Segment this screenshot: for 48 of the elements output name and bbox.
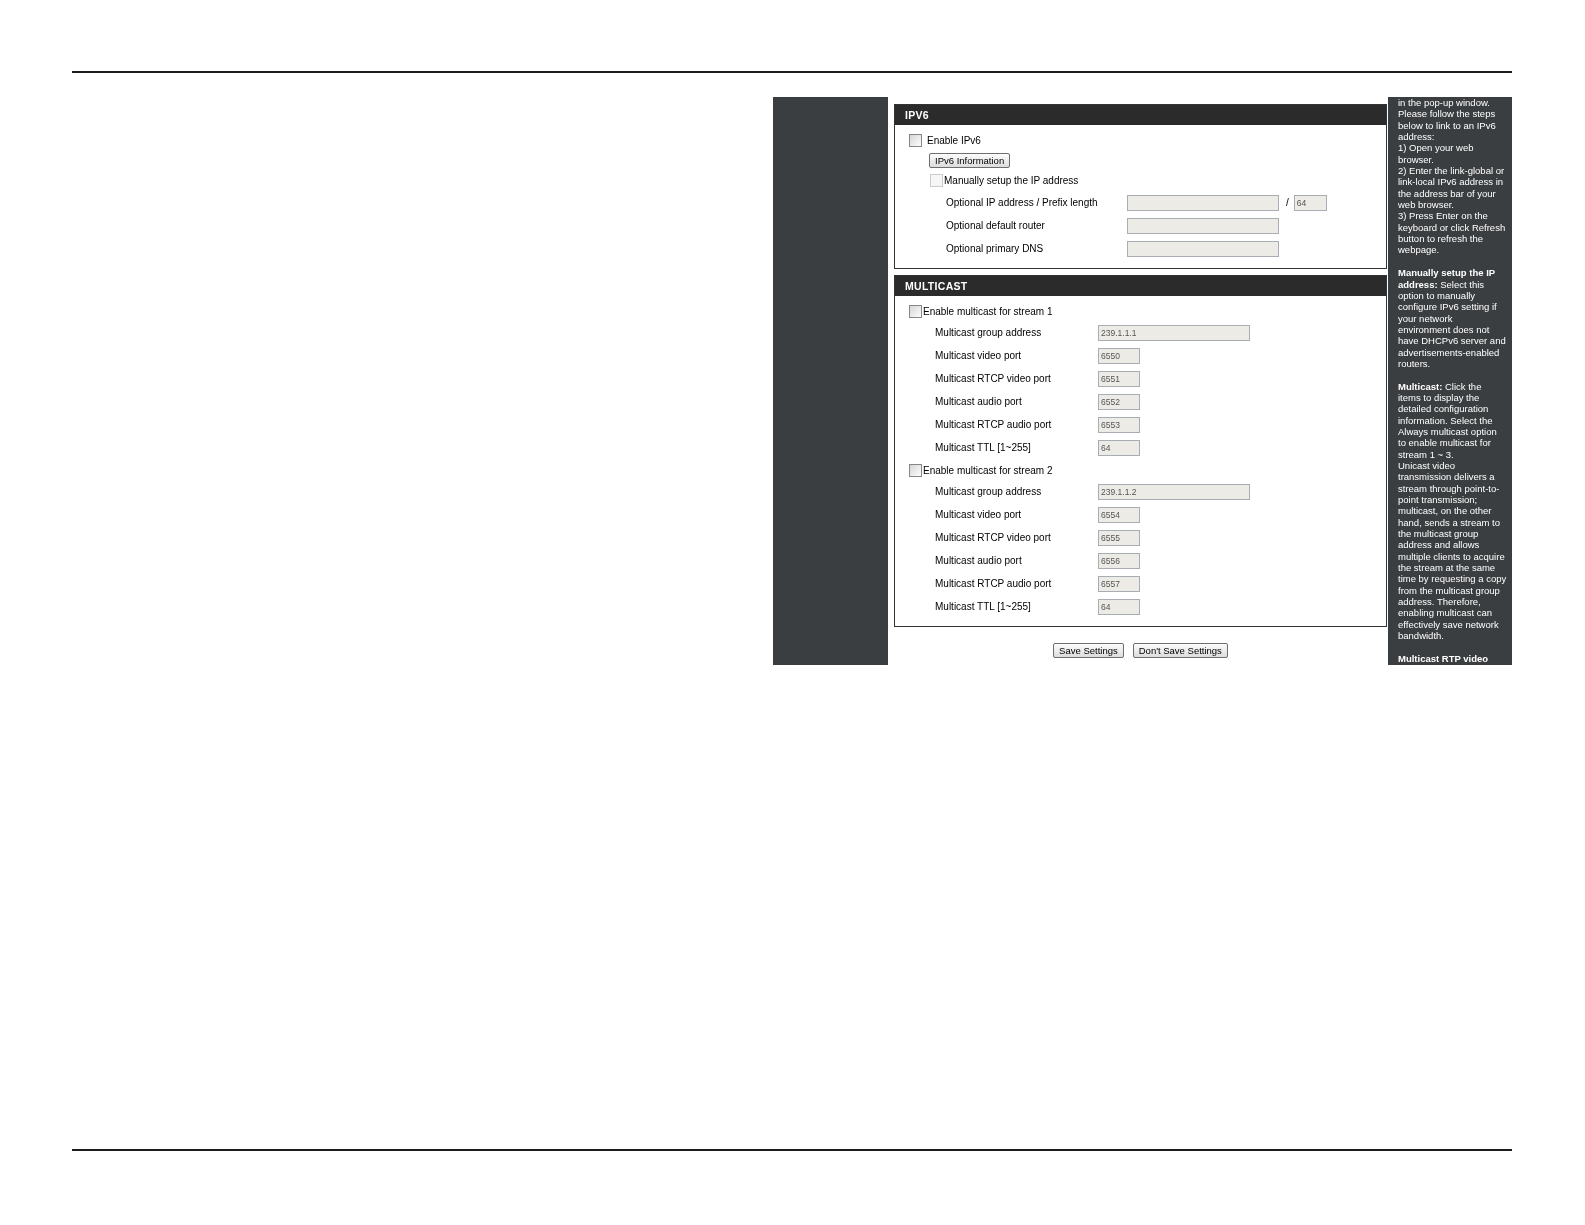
checkbox[interactable] (909, 463, 922, 477)
field-label: Multicast RTCP video port (935, 372, 1052, 386)
section-header: IPV6 (895, 105, 1386, 125)
help-text: Multicast RTP video (1398, 652, 1490, 665)
text-field[interactable] (1127, 217, 1279, 234)
field-label: Multicast group address (935, 326, 1043, 340)
checkbox-label: Enable multicast for stream 1 (923, 304, 1053, 319)
field-label: Multicast TTL [1~255] (935, 441, 1032, 455)
help-text: Multicast: Click the items to display the detailed configuration information. Select the Always multicast option to enable multicast for stream 1 ~ 3. Unicast video transmission delivers a stream through point-to- point transmission; multicast, on the other hand, sends a stream to the multicast group address and allows multiple clients to acquire the stream at the same time by requesting a copy from the multicast group address. Therefore, enabling multicast can effectively save network bandwidth. (1398, 380, 1508, 642)
text-field[interactable]: 6553 (1098, 416, 1140, 433)
text-field[interactable]: 6550 (1098, 347, 1140, 364)
checkbox-label: Enable IPv6 (927, 133, 981, 148)
field-label: Multicast audio port (935, 395, 1023, 409)
text-field[interactable]: 64 (1098, 439, 1140, 456)
field-label: Multicast RTCP audio port (935, 418, 1053, 432)
field-label: Optional IP address / Prefix length (946, 196, 1099, 210)
text-field[interactable]: 6554 (1098, 506, 1140, 523)
checkbox[interactable] (909, 304, 922, 318)
field-label: Multicast audio port (935, 554, 1023, 568)
field-label: Multicast RTCP audio port (935, 577, 1053, 591)
section-header: MULTICAST (895, 276, 1386, 296)
text-field[interactable]: 239.1.1.1 (1098, 324, 1250, 341)
ipv6-information-button[interactable]: IPv6 Information (929, 152, 1011, 168)
prefix-separator: / (1286, 196, 1289, 210)
field-label: Multicast group address (935, 485, 1043, 499)
save-button[interactable]: Save Settings (1053, 643, 1124, 658)
field-label: Multicast video port (935, 508, 1023, 522)
text-field[interactable]: 64 (1293, 194, 1327, 211)
help-text: Manually setup the IP address: Select this option to manually configure IPv6 setting if your network environment does not have DHCPv6 server and advertisements-enabled routers. (1398, 267, 1507, 370)
text-field[interactable]: 6551 (1098, 370, 1140, 387)
field-label: Multicast TTL [1~255] (935, 600, 1032, 614)
field-label: Multicast RTCP video port (935, 531, 1052, 545)
text-field[interactable]: 6552 (1098, 393, 1140, 410)
text-field[interactable]: 6556 (1098, 552, 1140, 569)
text-field[interactable] (1127, 240, 1279, 257)
text-field[interactable]: 6555 (1098, 529, 1140, 546)
field-label: Optional default router (946, 219, 1046, 233)
text-field[interactable] (1127, 194, 1279, 211)
text-field[interactable]: 6557 (1098, 575, 1140, 592)
checkbox[interactable] (909, 133, 922, 147)
checkbox-label: Enable multicast for stream 2 (923, 463, 1053, 478)
text-field[interactable]: 239.1.1.2 (1098, 483, 1250, 500)
help-text: in the pop-up window. Please follow the steps below to link to an IPv6 address: 1) Open your web browser. 2) Enter the link-global or link-local IPv6 address in the address bar of your web browser. 3) Press Enter on the keyboard or click Refresh button to refresh the webpage. (1398, 97, 1507, 256)
checkbox-label: Manually setup the IP address (944, 174, 1079, 188)
text-field[interactable]: 64 (1098, 598, 1140, 615)
field-label: Optional primary DNS (946, 242, 1045, 256)
cancel-button[interactable]: Don't Save Settings (1132, 643, 1228, 658)
field-label: Multicast video port (935, 349, 1023, 363)
